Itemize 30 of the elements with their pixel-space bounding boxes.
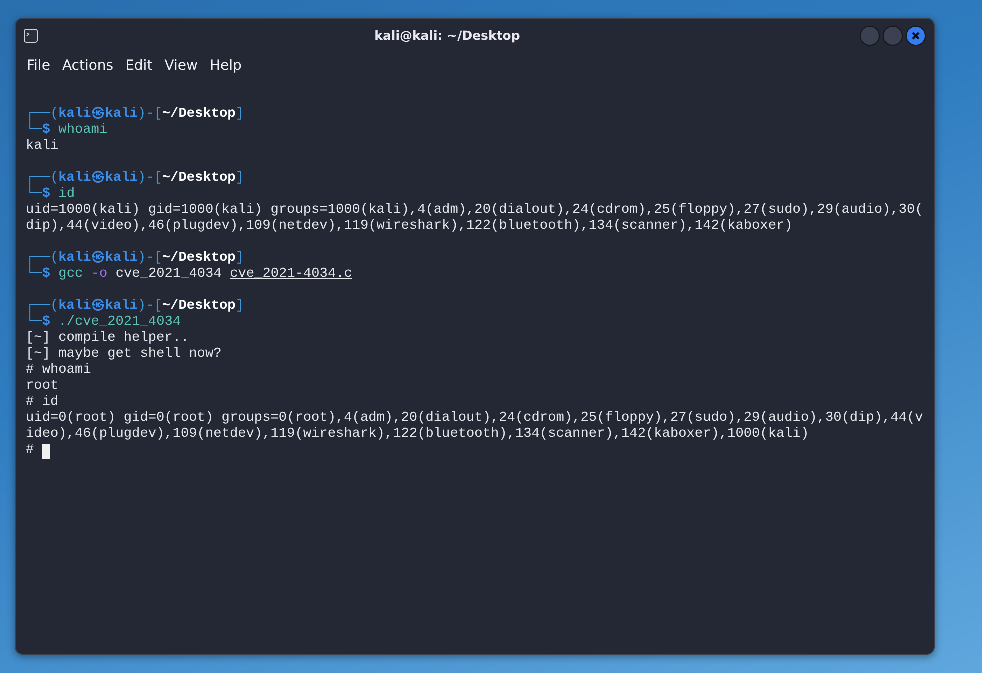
command-line: └─$ gcc -o cve_2021_4034 cve_2021-4034.c xyxy=(26,267,354,283)
menu-item[interactable]: File xyxy=(22,54,56,78)
menu-item[interactable]: Help xyxy=(204,54,247,78)
output-line: kali xyxy=(26,139,60,155)
output-line: uid=0(root) gid=0(root) groups=0(root),4(adm),20(dialout),24(cdrom),25(floppy),27(sudo),29(audio),30(dip),44(v xyxy=(26,411,924,427)
command-line: └─$ id xyxy=(26,187,76,203)
prompt-line: ┌──(kali㉿kali)-[~/Desktop] xyxy=(26,107,245,122)
terminal-icon xyxy=(24,29,38,43)
output-line: ideo),46(plugdev),109(netdev),119(wireshark),122(bluetooth),134(scanner),142(kaboxer),1000(kali) xyxy=(26,427,810,443)
output-line: # whoami xyxy=(26,363,92,379)
menu-item[interactable]: View xyxy=(160,54,203,78)
command-line: └─$ ./cve_2021_4034 xyxy=(26,315,182,331)
menu-item[interactable]: Actions xyxy=(57,54,119,78)
close-icon xyxy=(911,31,921,41)
minimize-button[interactable] xyxy=(860,26,880,46)
output-line: [~] compile helper.. xyxy=(26,331,190,347)
output-line: uid=1000(kali) gid=1000(kali) groups=1000(kali),4(adm),20(dialout),24(cdrom),25(floppy),27(sudo),29(audio),30( xyxy=(26,203,924,219)
output-line: [~] maybe get shell now? xyxy=(26,347,223,363)
root-prompt: # xyxy=(26,443,34,459)
prompt-line: ┌──(kali㉿kali)-[~/Desktop] xyxy=(26,251,245,266)
prompt-line: ┌──(kali㉿kali)-[~/Desktop] xyxy=(26,299,245,314)
prompt-line: ┌──(kali㉿kali)-[~/Desktop] xyxy=(26,171,245,186)
output-line: dip),44(video),46(plugdev),109(netdev),119(wireshark),122(bluetooth),134(scanner),142(kaboxer) xyxy=(26,219,794,235)
command-line: └─$ whoami xyxy=(26,123,109,139)
output-line: root xyxy=(26,379,60,395)
menu-item[interactable]: Edit xyxy=(120,54,158,78)
window-title: kali@kali: ~/Desktop xyxy=(374,26,522,45)
close-button[interactable] xyxy=(906,26,926,46)
text-cursor xyxy=(42,444,50,458)
output-line: # id xyxy=(26,395,60,411)
